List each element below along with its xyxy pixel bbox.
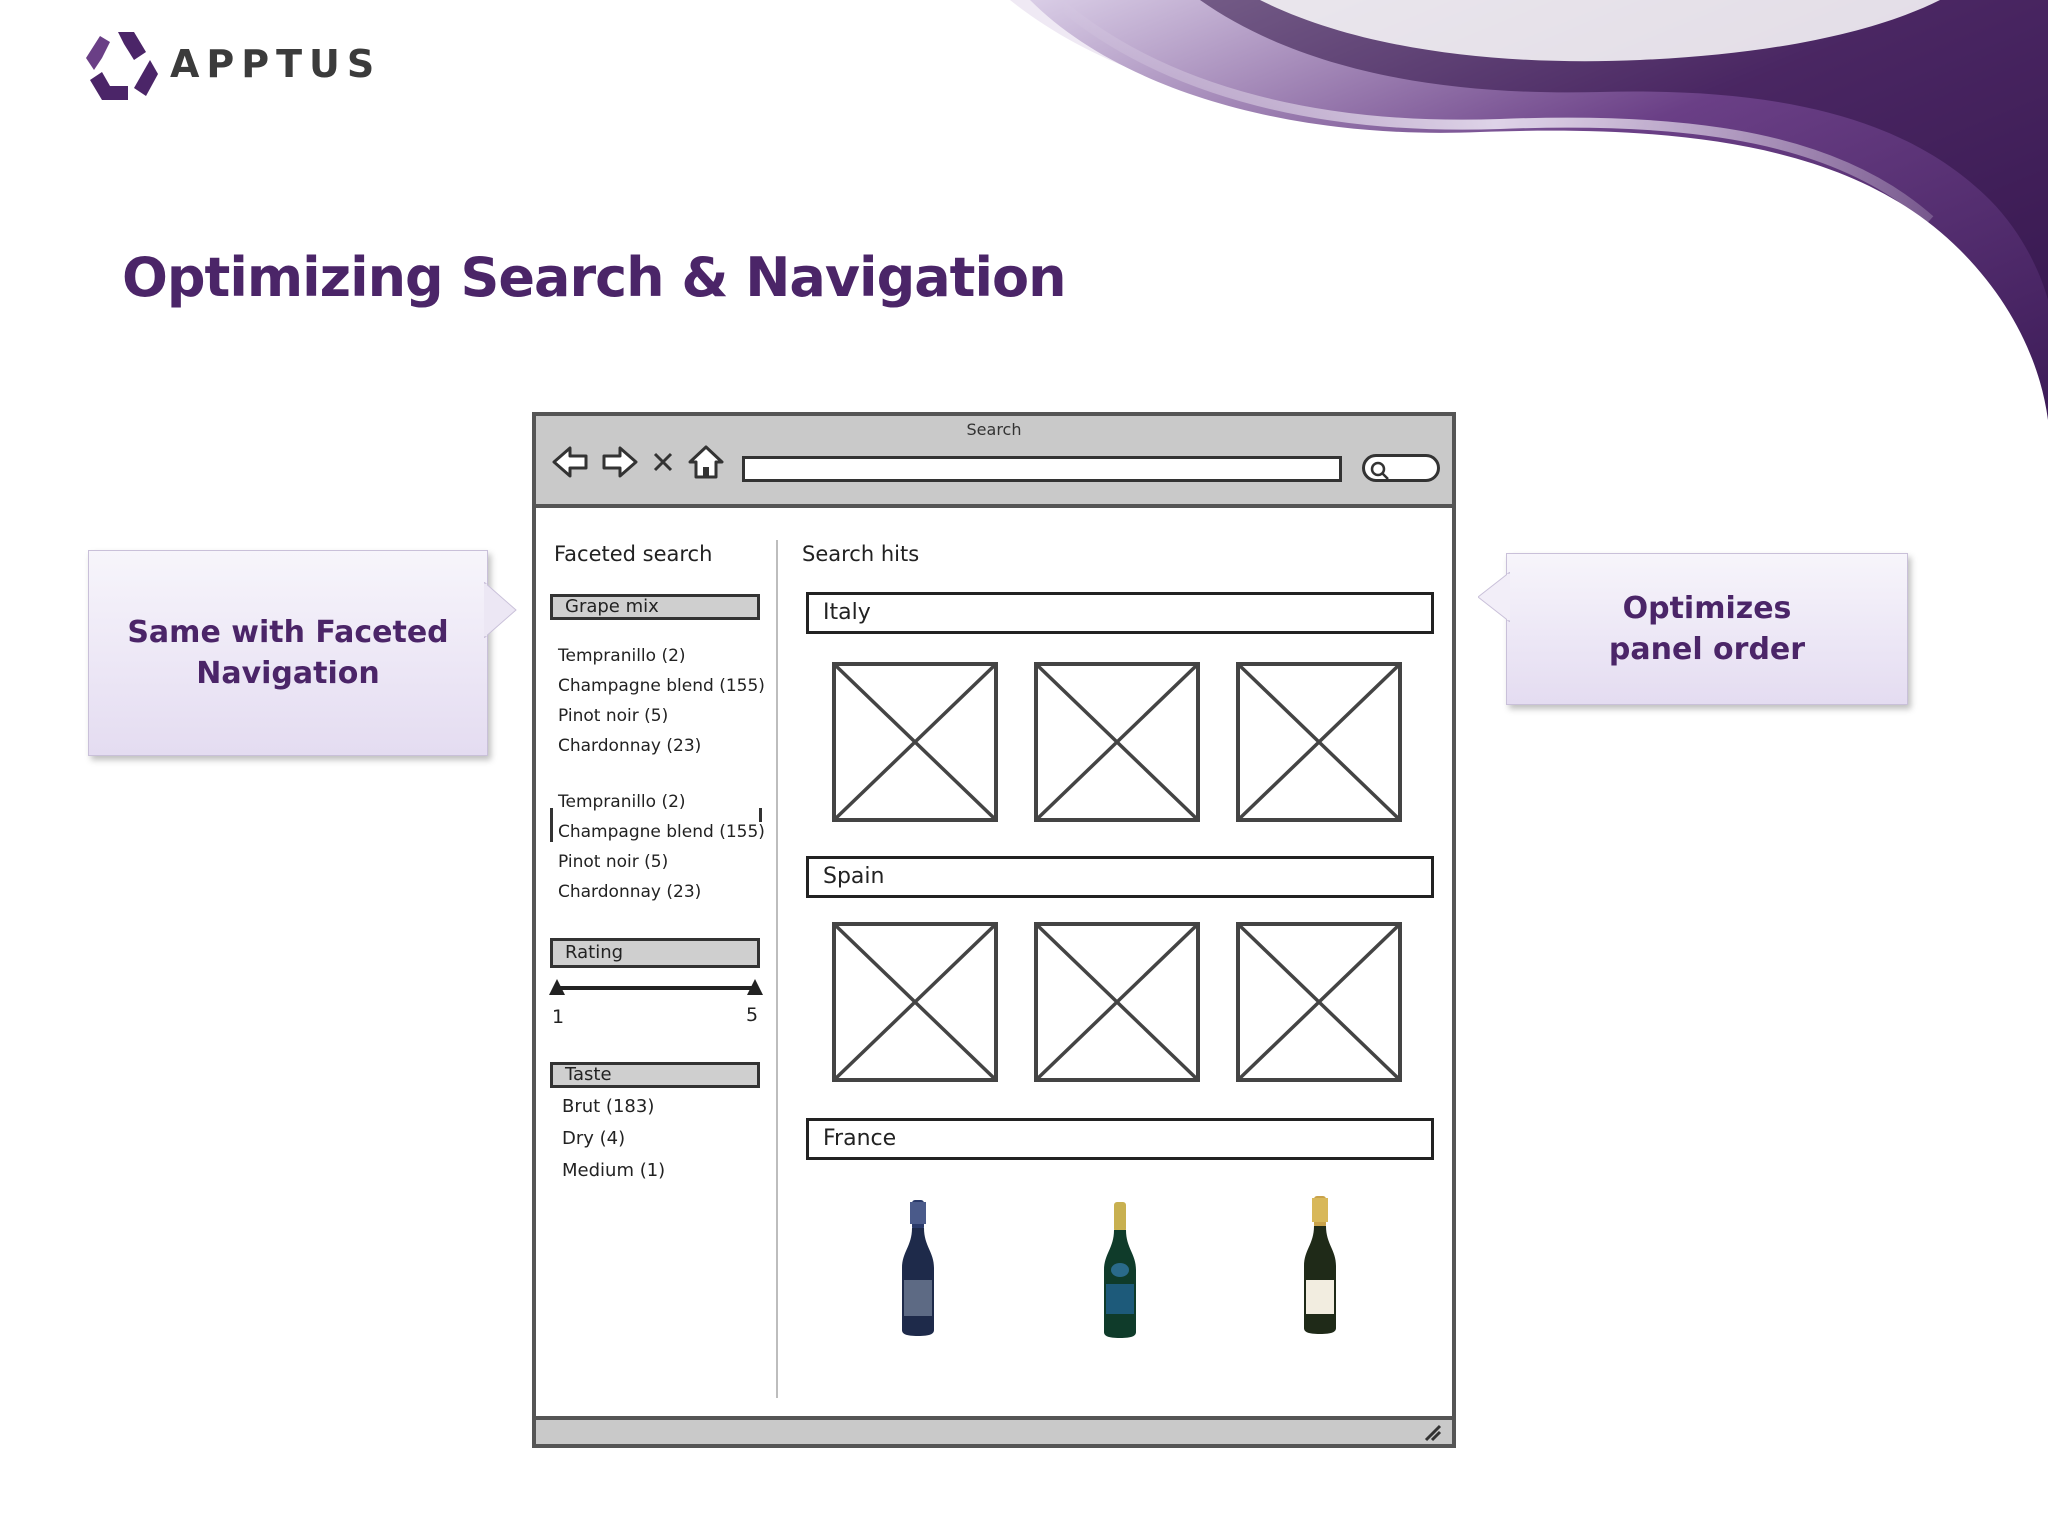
callout-right-line1: Optimizes [1622, 591, 1792, 626]
result-group-france[interactable]: France [806, 1118, 1434, 1160]
page-title: Optimizing Search & Navigation [122, 246, 1067, 309]
image-placeholder-icon[interactable] [832, 662, 998, 822]
wine-bottle-image-3[interactable] [1300, 1194, 1340, 1336]
image-placeholder-icon[interactable] [1236, 922, 1402, 1082]
rating-slider-max-handle[interactable] [746, 978, 764, 996]
callout-right-line2: panel order [1608, 632, 1806, 667]
callout-left-pointer [484, 582, 517, 638]
address-bar[interactable] [742, 456, 1342, 482]
facet-item[interactable]: Chardonnay (23) [558, 736, 701, 756]
image-placeholder-icon[interactable] [1236, 662, 1402, 822]
facet-item[interactable]: Medium (1) [562, 1160, 665, 1181]
brand-name: APPTUS [170, 42, 382, 86]
facet-item[interactable]: Brut (183) [562, 1096, 654, 1117]
apptus-logo-icon [86, 32, 158, 100]
faceted-search-title: Faceted search [554, 542, 713, 566]
rating-slider-track[interactable] [556, 986, 756, 990]
facet-item[interactable]: Tempranillo (2) [558, 792, 686, 812]
facet-header-grape-mix[interactable]: Grape mix [550, 594, 760, 620]
browser-status-bar [536, 1416, 1452, 1444]
callout-left-line2: Navigation [196, 656, 380, 691]
callout-left: Same with Faceted Navigation [88, 550, 488, 756]
facet-item[interactable]: Champagne blend (155) [558, 676, 765, 696]
callout-right-pointer [1478, 572, 1510, 622]
result-group-spain[interactable]: Spain [806, 856, 1434, 898]
result-group-italy[interactable]: Italy [806, 592, 1434, 634]
window-title: Search [966, 420, 1022, 439]
facet-header-rating[interactable]: Rating [550, 938, 760, 968]
rating-min-label: 1 [552, 1006, 565, 1028]
close-icon[interactable] [648, 444, 678, 480]
facet-item[interactable]: Pinot noir (5) [558, 852, 668, 872]
facet-item[interactable]: Dry (4) [562, 1128, 625, 1149]
search-hits-title: Search hits [802, 542, 920, 566]
wine-bottle-image-1[interactable] [898, 1198, 938, 1338]
facet-item[interactable]: Chardonnay (23) [558, 882, 701, 902]
facet-item[interactable]: Pinot noir (5) [558, 706, 668, 726]
facet-item[interactable]: Champagne blend (155) [558, 822, 765, 842]
resize-grip-icon[interactable] [1422, 1422, 1442, 1442]
rating-slider-min-handle[interactable] [548, 978, 566, 996]
wine-bottle-image-2[interactable] [1100, 1200, 1140, 1340]
back-arrow-icon[interactable] [550, 444, 590, 480]
browser-toolbar: Search [536, 416, 1452, 508]
home-icon[interactable] [686, 444, 726, 480]
search-icon [1370, 461, 1389, 480]
panel-divider [776, 540, 778, 1398]
facet-item[interactable]: Tempranillo (2) [558, 646, 686, 666]
callout-right: Optimizes panel order [1506, 553, 1908, 705]
forward-arrow-icon[interactable] [600, 444, 640, 480]
rating-max-label: 5 [746, 1004, 759, 1026]
image-placeholder-icon[interactable] [1034, 922, 1200, 1082]
image-placeholder-icon[interactable] [832, 922, 998, 1082]
search-field[interactable] [1362, 454, 1440, 482]
facet-header-taste[interactable]: Taste [550, 1062, 760, 1088]
wireframe-browser-window: Search Faceted search Grape mix Temprani… [532, 412, 1456, 1448]
image-placeholder-icon[interactable] [1034, 662, 1200, 822]
callout-left-line1: Same with Faceted [127, 615, 449, 650]
